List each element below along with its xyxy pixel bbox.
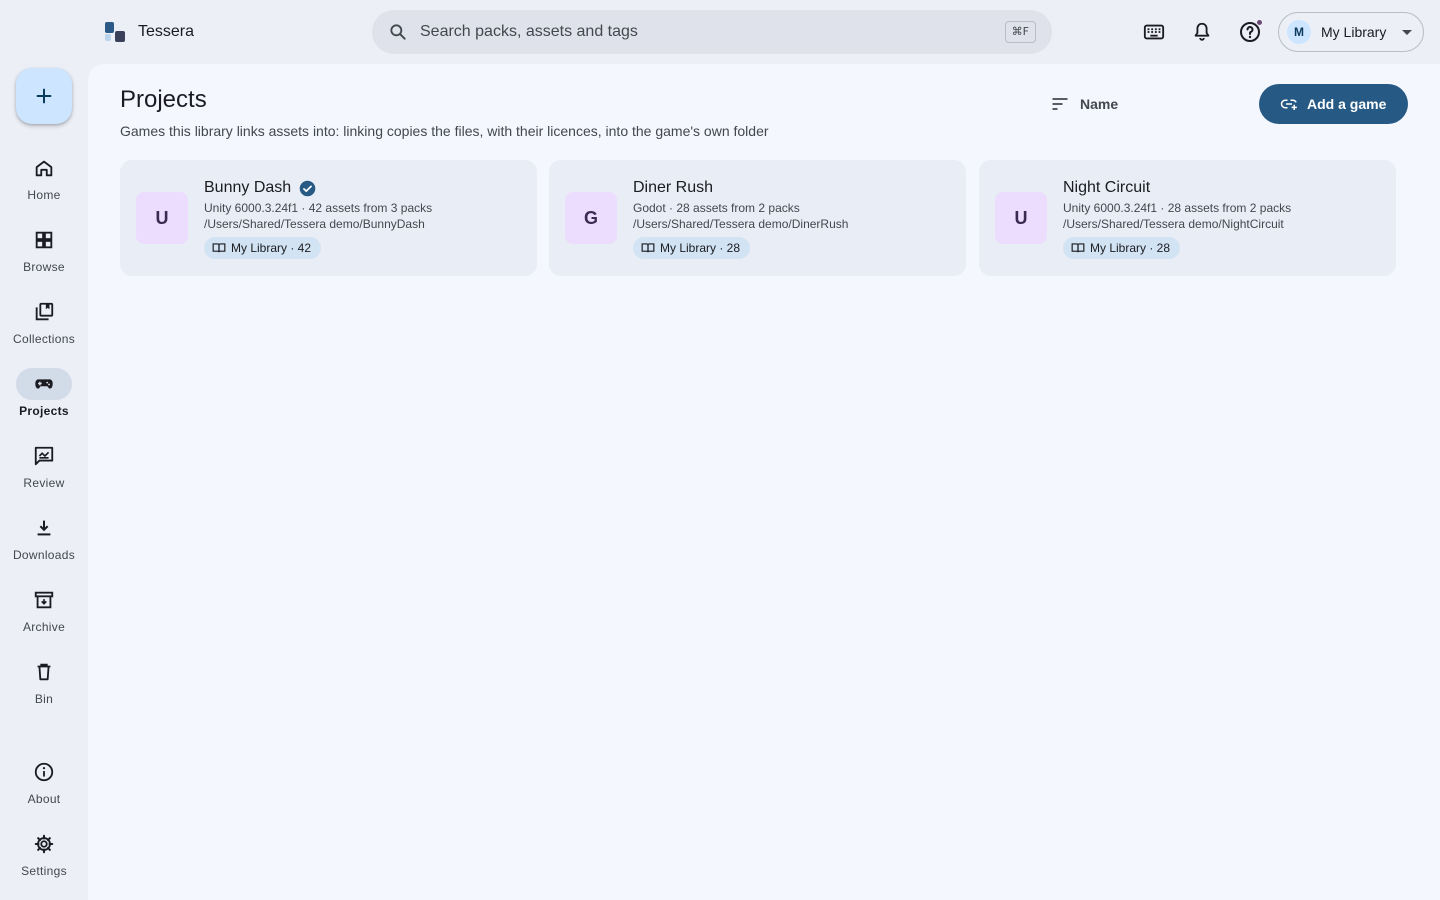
nav-label: Review	[23, 476, 65, 490]
nav-label: Browse	[23, 260, 65, 274]
download-icon	[37, 520, 51, 536]
project-path: /Users/Shared/Tessera demo/NightCircuit	[1063, 217, 1284, 231]
nav-item-bin[interactable]: Bin	[0, 656, 88, 720]
project-card-night-circuit[interactable]: U Night Circuit Unity 6000.3.24f1 · 28 a…	[979, 160, 1396, 276]
help-button[interactable]	[1234, 16, 1266, 48]
search-icon	[390, 24, 406, 40]
nav-item-review[interactable]: Review	[0, 440, 88, 504]
library-chip-label: My Library · 28	[660, 241, 741, 255]
keyboard-icon	[1143, 24, 1165, 40]
engine-tile: U	[995, 192, 1047, 244]
search-bar[interactable]: ⌘F	[372, 10, 1052, 54]
search-shortcut-hint: ⌘F	[1004, 21, 1036, 43]
create-button[interactable]	[16, 68, 72, 124]
engine-tile: G	[565, 192, 617, 244]
nav-item-settings[interactable]: Settings	[0, 828, 88, 892]
project-card-diner-rush[interactable]: G Diner Rush Godot · 28 assets from 2 pa…	[549, 160, 966, 276]
sort-label: Name	[1080, 96, 1119, 112]
review-icon	[34, 446, 54, 466]
nav-label: Downloads	[12, 548, 76, 562]
page-title: Projects	[120, 86, 207, 113]
collections-icon	[35, 302, 54, 321]
library-switcher[interactable]: M My Library	[1278, 12, 1424, 52]
project-name: Night Circuit	[1063, 179, 1151, 196]
nav-item-about[interactable]: About	[0, 756, 88, 820]
nav-label: Settings	[21, 864, 67, 878]
plus-icon	[36, 88, 52, 104]
nav-label: Collections	[13, 332, 75, 346]
trash-icon	[37, 663, 51, 681]
library-book-icon	[212, 243, 226, 253]
tessera-logo-icon	[104, 21, 126, 43]
add-game-button[interactable]: Add a game	[1259, 84, 1408, 124]
main-panel: Projects Games this library links assets…	[88, 64, 1440, 900]
archive-icon	[34, 591, 54, 609]
project-card-bunny-dash[interactable]: U Bunny Dash Unity 6000.3.24f1 · 42 asse…	[120, 160, 537, 276]
keyboard-shortcuts-button[interactable]	[1138, 16, 1170, 48]
nav-label: Archive	[22, 620, 66, 634]
add-game-label: Add a game	[1307, 96, 1387, 112]
project-path: /Users/Shared/Tessera demo/BunnyDash	[204, 217, 425, 231]
gamepad-icon	[35, 379, 53, 389]
nav-item-archive[interactable]: Archive	[0, 584, 88, 648]
nav-item-browse[interactable]: Browse	[0, 224, 88, 288]
top-bar: Tessera ⌘F M M	[0, 0, 1440, 64]
page-subtitle: Games this library links assets into: li…	[120, 123, 769, 139]
chevron-down-icon	[1402, 30, 1412, 35]
bell-icon	[1194, 22, 1210, 41]
nav-item-downloads[interactable]: Downloads	[0, 512, 88, 576]
grid-icon	[35, 231, 53, 249]
project-name: Bunny Dash	[204, 179, 292, 196]
help-badge-dot	[1256, 19, 1263, 26]
avatar: M	[1287, 20, 1311, 44]
app-name: Tessera	[138, 23, 195, 40]
project-meta: Godot · 28 assets from 2 packs	[633, 201, 800, 215]
library-chip-label: My Library · 42	[231, 241, 312, 255]
sort-button[interactable]: Name	[1050, 92, 1118, 116]
nav-label: Projects	[19, 404, 69, 418]
nav-label: Bin	[34, 692, 54, 706]
project-name: Diner Rush	[633, 179, 714, 196]
notifications-button[interactable]	[1186, 16, 1218, 48]
home-icon	[35, 160, 53, 177]
library-chip[interactable]: My Library · 28	[1063, 237, 1181, 259]
engine-tile: U	[136, 192, 188, 244]
verified-icon	[299, 180, 316, 196]
library-book-icon	[641, 243, 655, 253]
library-chip-label: My Library · 28	[1090, 241, 1171, 255]
library-book-icon	[1071, 243, 1085, 253]
project-path: /Users/Shared/Tessera demo/DinerRush	[633, 217, 849, 231]
search-input[interactable]	[420, 10, 980, 54]
gear-icon	[34, 834, 54, 854]
project-meta: Unity 6000.3.24f1 · 42 assets from 3 pac…	[204, 201, 433, 215]
link-add-icon	[1280, 99, 1297, 110]
library-switcher-label: My Library	[1321, 24, 1387, 40]
nav-item-collections[interactable]: Collections	[0, 296, 88, 360]
sort-icon	[1052, 98, 1068, 110]
project-meta: Unity 6000.3.24f1 · 28 assets from 2 pac…	[1063, 201, 1292, 215]
nav-item-home[interactable]: Home	[0, 152, 88, 216]
brand[interactable]: Tessera	[104, 20, 194, 44]
nav-label: About	[27, 792, 61, 806]
info-icon	[34, 762, 54, 782]
nav-label: Home	[27, 188, 61, 202]
nav-item-projects[interactable]: Projects	[0, 368, 88, 432]
library-chip[interactable]: My Library · 28	[633, 237, 751, 259]
library-chip[interactable]: My Library · 42	[204, 237, 322, 259]
